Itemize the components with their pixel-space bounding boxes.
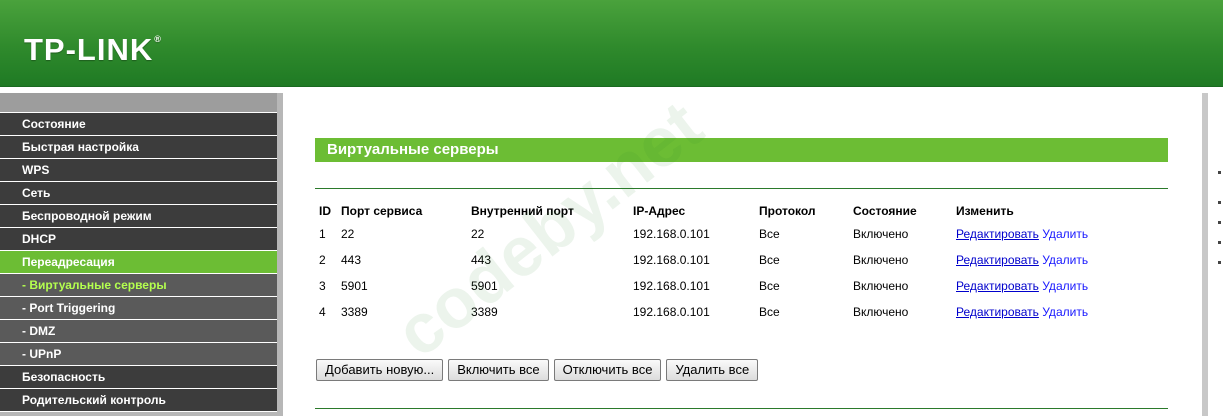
sidebar-item[interactable]: - DMZ xyxy=(0,320,277,343)
cell-protocol: Все xyxy=(759,279,780,293)
sidebar-item[interactable]: Переадресация xyxy=(0,251,277,274)
table-row: 3 5901 5901 192.168.0.101 Все Включено Редакти… xyxy=(315,273,1156,299)
cell-status: Включено xyxy=(853,227,909,241)
edit-link[interactable]: Редактировать xyxy=(956,305,1039,319)
disable-all-button[interactable]: Отключить все xyxy=(553,359,662,381)
cell-status: Включено xyxy=(853,279,909,293)
add-new-button[interactable]: Добавить новую... xyxy=(316,359,444,381)
tp-link-logo: TP-LINK® xyxy=(24,32,162,68)
cell-id: 3 xyxy=(319,279,326,293)
sidebar-item[interactable]: Беспроводной режим xyxy=(0,205,277,228)
sidebar-item[interactable]: Безопасность xyxy=(0,366,277,389)
menu-list: Состояние Быстрая настройка WPS Сеть Беспров… xyxy=(0,113,277,412)
sidebar-item[interactable]: Состояние xyxy=(0,113,277,136)
header-service-port: Порт сервиса xyxy=(341,204,423,218)
edit-link[interactable]: Редактировать xyxy=(956,227,1039,241)
cell-internal-port: 443 xyxy=(471,253,492,267)
cell-actions: Редактировать Удалить xyxy=(956,221,1156,247)
cell-internal-port: 22 xyxy=(471,227,485,241)
cell-ip: 192.168.0.101 xyxy=(633,227,710,241)
delete-link[interactable]: Удалить xyxy=(1042,227,1088,241)
cell-protocol: Все xyxy=(759,227,780,241)
cell-status: Включено xyxy=(853,305,909,319)
header-ip: IP-Адрес xyxy=(633,204,686,218)
table-row: 4 3389 3389 192.168.0.101 Все Включено Редакти… xyxy=(315,299,1156,325)
logo-registered-mark: ® xyxy=(154,34,162,44)
cell-id: 4 xyxy=(319,305,326,319)
help-bullet xyxy=(1218,221,1221,224)
table-row: 2 443 443 192.168.0.101 Все Включено Редактиро… xyxy=(315,247,1156,273)
sidebar-top-pad xyxy=(0,93,277,113)
cell-id: 1 xyxy=(319,227,326,241)
sidebar-item[interactable]: Сеть xyxy=(0,182,277,205)
edit-link[interactable]: Редактировать xyxy=(956,253,1039,267)
header-id: ID xyxy=(319,204,331,218)
cell-internal-port: 3389 xyxy=(471,305,498,319)
header: TP-LINK® xyxy=(0,0,1223,87)
virtual-servers-table: ID Порт сервиса Внутренний порт IP-Адрес… xyxy=(315,201,1156,325)
cell-protocol: Все xyxy=(759,253,780,267)
button-row: Добавить новую... Включить все Отключить в… xyxy=(316,359,763,381)
table-row: 1 22 22 192.168.0.101 Все Включено Редактирова… xyxy=(315,221,1156,247)
sidebar-menu: Состояние Быстрая настройка WPS Сеть Беспров… xyxy=(0,93,283,416)
logo-text: TP-LINK xyxy=(24,32,154,67)
cell-service-port: 443 xyxy=(341,253,362,267)
cell-id: 2 xyxy=(319,253,326,267)
sidebar-item[interactable]: Родительский контроль xyxy=(0,389,277,412)
divider-bottom xyxy=(315,408,1168,409)
enable-all-button[interactable]: Включить все xyxy=(448,359,549,381)
sidebar-item[interactable]: DHCP xyxy=(0,228,277,251)
main-content: Виртуальные серверы ID Порт сервиса Внут… xyxy=(284,93,1202,416)
header-modify: Изменить xyxy=(956,204,1014,218)
divider-top xyxy=(315,188,1168,189)
cell-status: Включено xyxy=(853,253,909,267)
edit-link[interactable]: Редактировать xyxy=(956,279,1039,293)
cell-actions: Редактировать Удалить xyxy=(956,299,1156,325)
table-body: 1 22 22 192.168.0.101 Все Включено Редактирова… xyxy=(315,221,1156,325)
delete-link[interactable]: Удалить xyxy=(1042,253,1088,267)
sidebar-item[interactable]: - Виртуальные серверы xyxy=(0,274,277,297)
cell-service-port: 5901 xyxy=(341,279,368,293)
header-status: Состояние xyxy=(853,204,917,218)
sidebar-item[interactable]: - UPnP xyxy=(0,343,277,366)
cell-protocol: Все xyxy=(759,305,780,319)
page-title: Виртуальные серверы xyxy=(315,138,1168,162)
cell-actions: Редактировать Удалить xyxy=(956,247,1156,273)
cell-service-port: 3389 xyxy=(341,305,368,319)
help-bullet xyxy=(1218,241,1221,244)
help-panel xyxy=(1202,93,1223,416)
sidebar-item[interactable]: WPS xyxy=(0,159,277,182)
help-bullet xyxy=(1218,201,1221,204)
cell-ip: 192.168.0.101 xyxy=(633,305,710,319)
cell-service-port: 22 xyxy=(341,227,355,241)
header-protocol: Протокол xyxy=(759,204,816,218)
delete-link[interactable]: Удалить xyxy=(1042,279,1088,293)
help-bullet xyxy=(1218,261,1221,264)
help-bullet xyxy=(1218,171,1221,174)
cell-ip: 192.168.0.101 xyxy=(633,253,710,267)
table-header-row: ID Порт сервиса Внутренний порт IP-Адрес… xyxy=(315,201,1156,221)
delete-all-button[interactable]: Удалить все xyxy=(666,359,759,381)
sidebar-item[interactable]: - Port Triggering xyxy=(0,297,277,320)
delete-link[interactable]: Удалить xyxy=(1042,305,1088,319)
cell-internal-port: 5901 xyxy=(471,279,498,293)
cell-actions: Редактировать Удалить xyxy=(956,273,1156,299)
sidebar-item[interactable]: Быстрая настройка xyxy=(0,136,277,159)
cell-ip: 192.168.0.101 xyxy=(633,279,710,293)
header-internal-port: Внутренний порт xyxy=(471,204,574,218)
